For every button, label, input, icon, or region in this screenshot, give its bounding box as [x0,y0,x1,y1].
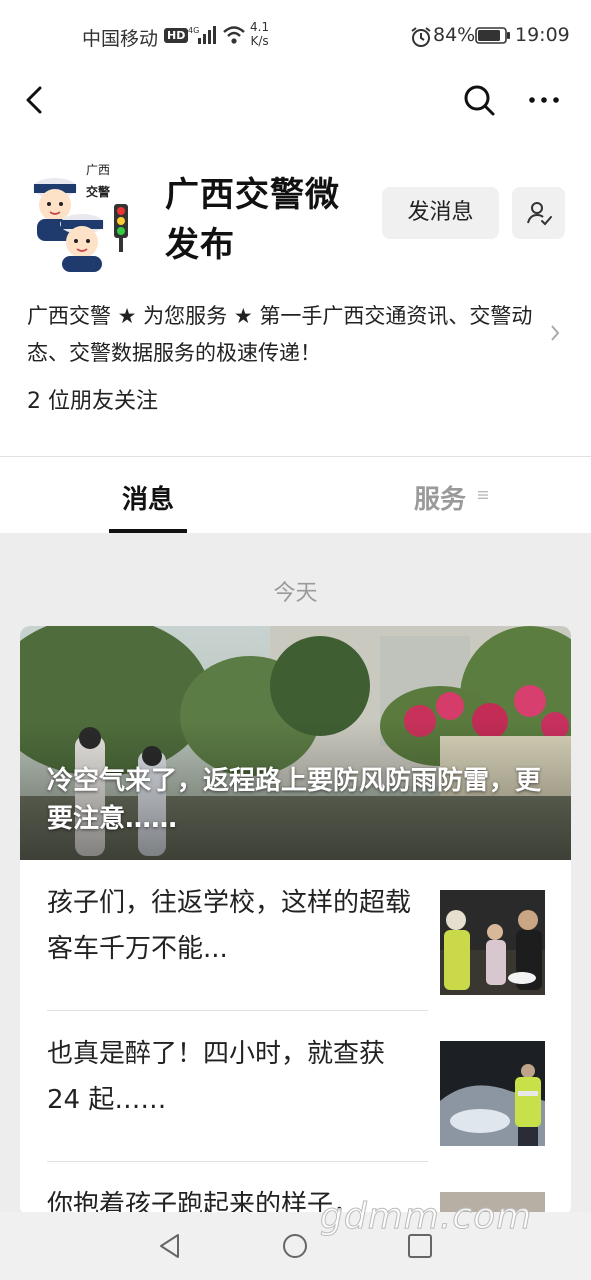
tab-services[interactable]: 服务 [414,479,466,516]
speed-unit: K/s [250,34,269,48]
battery-icon [475,27,510,44]
article-thumbnail [440,1041,545,1146]
send-message-button[interactable]: 发消息 [382,187,499,239]
active-tab-indicator [109,529,187,533]
svg-text:4G: 4G [188,26,199,35]
feed-date-label: 今天 [273,581,318,606]
avatar-text-jiaojing: 交警 [86,184,110,199]
top-nav-bar [0,70,591,130]
search-icon[interactable] [460,80,498,120]
account-avatar[interactable]: 广西 交警 [22,162,132,272]
watermark-text: gdmm.com [319,1196,533,1238]
clock-time: 19:09 [515,24,570,46]
network-speed: 4.1 K/s [250,20,269,48]
battery-percent: 84% [433,24,476,46]
chevron-right-icon[interactable] [548,322,562,344]
tab-bar: 消息 服务 [0,457,591,533]
article-item[interactable]: 孩子们，往返学校，这样的超载客车千万不能... [20,860,571,1011]
cover-article-title: 冷空气来了，返程路上要防风防雨防雷，更要注意…… [47,766,542,834]
tab-messages[interactable]: 消息 [109,479,187,516]
cover-article[interactable]: 冷空气来了，返程路上要防风防雨防雷，更要注意…… [20,626,571,860]
wifi-icon [223,26,245,44]
signal-icon: 4G [188,26,216,44]
back-arrow-icon[interactable] [20,80,48,120]
avatar-text-guangxi: 广西 [86,163,110,177]
speed-value: 4.1 [250,20,270,34]
status-bar: 中国移动 HD 4G 4.1 K/s 84% 19:09 [0,0,591,70]
article-title: 也真是醉了！四小时，就查获 24 起…… [47,1039,386,1115]
hd-badge: HD [164,28,189,43]
article-thumbnail [440,890,545,995]
account-profile: 广西 交警 广西交警微发布 发消息 广西交警 ★ 为您服务 ★ 第一手广西交通资… [0,130,591,456]
account-name: 广西交警微发布 [165,175,340,265]
user-check-icon [527,202,552,226]
article-item[interactable]: 也真是醉了！四小时，就查获 24 起…… [20,1011,571,1162]
menu-icon [478,491,488,499]
article-card: 冷空气来了，返程路上要防风防雨防雷，更要注意…… 孩子们，往返学校，这样的超载客… [20,626,571,1216]
follow-settings-button[interactable] [512,187,565,239]
nav-home-icon[interactable] [281,1232,309,1260]
alarm-icon [411,27,431,47]
friends-following-count[interactable]: 2 位朋友关注 [27,383,158,415]
carrier-name: 中国移动 [82,28,159,50]
account-description[interactable]: 广西交警 ★ 为您服务 ★ 第一手广西交通资讯、交警动态、交警数据服务的极速传递… [27,298,547,372]
article-title: 孩子们，往返学校，这样的超载客车千万不能... [47,888,412,964]
more-icon[interactable] [524,80,564,120]
nav-back-icon[interactable] [156,1232,184,1260]
